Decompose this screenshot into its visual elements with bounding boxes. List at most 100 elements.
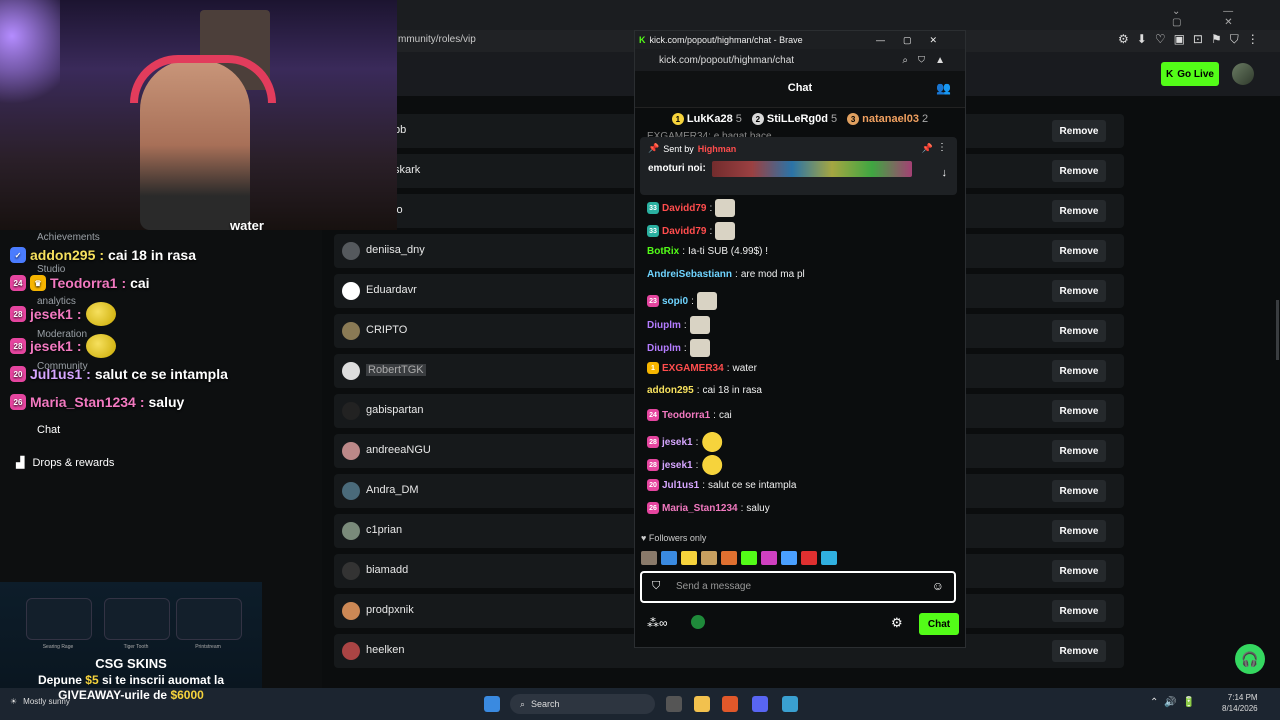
- chat-message[interactable]: 33 Davidd79:: [647, 199, 736, 217]
- emote-icon[interactable]: [761, 551, 777, 565]
- chat-separator: :: [695, 459, 699, 471]
- avatar: [342, 562, 360, 580]
- ad-amount: $6000: [170, 688, 204, 702]
- remove-button[interactable]: Remove: [1052, 280, 1106, 302]
- more-options-icon[interactable]: ⋮: [937, 142, 947, 153]
- page-scrollbar[interactable]: [1276, 300, 1279, 360]
- send-chat-button[interactable]: Chat: [919, 613, 959, 635]
- popout-titlebar[interactable]: K kick.com/popout/highman/chat - Brave —…: [635, 31, 965, 49]
- chat-separator: :: [683, 342, 687, 354]
- emote-icon[interactable]: [821, 551, 837, 565]
- popout-toolbar-icons[interactable]: ⌕⛉▲: [902, 55, 955, 66]
- remove-button[interactable]: Remove: [1052, 320, 1106, 342]
- remove-button[interactable]: Remove: [1052, 480, 1106, 502]
- emote-icon[interactable]: [801, 551, 817, 565]
- users-icon[interactable]: 👥: [936, 81, 951, 95]
- remove-button[interactable]: Remove: [1052, 640, 1106, 662]
- chat-username[interactable]: Teodorra1: [662, 410, 710, 421]
- chat-message[interactable]: 24 Teodorra1: cai: [647, 409, 732, 421]
- remove-button[interactable]: Remove: [1052, 560, 1106, 582]
- remove-button[interactable]: Remove: [1052, 600, 1106, 622]
- chat-message[interactable]: Diuplm:: [647, 339, 710, 357]
- expand-arrow-icon[interactable]: ↓: [942, 167, 948, 179]
- chat-username[interactable]: AndreiSebastiann: [647, 269, 732, 280]
- chat-username[interactable]: Jul1us1: [662, 480, 699, 491]
- emote-icon[interactable]: [781, 551, 797, 565]
- chat-message[interactable]: 28 jesek1:: [647, 455, 730, 475]
- go-live-button[interactable]: K Go Live: [1161, 62, 1219, 86]
- chat-message[interactable]: 26 Maria_Stan1234: saluy: [647, 502, 770, 514]
- remove-button[interactable]: Remove: [1052, 440, 1106, 462]
- chat-username[interactable]: Davidd79: [662, 226, 706, 237]
- unpin-icon[interactable]: 📌: [922, 143, 933, 154]
- popout-url[interactable]: kick.com/popout/highman/chat: [659, 55, 794, 66]
- remove-button[interactable]: Remove: [1052, 360, 1106, 382]
- taskbar-clock[interactable]: 7:14 PM 8/14/2026: [1222, 692, 1258, 714]
- chat-message[interactable]: 28 jesek1:: [647, 432, 730, 452]
- chat-message[interactable]: Diuplm:: [647, 316, 710, 334]
- chat-username[interactable]: addon295: [647, 385, 694, 396]
- sidebar-item-drops[interactable]: ▟ Drops & rewards: [16, 456, 114, 470]
- chat-username[interactable]: Diuplm: [647, 320, 681, 331]
- pinned-message[interactable]: 📌 Sent by Highman 📌 ⋮ emoturi noi: ↓: [640, 137, 957, 195]
- chat-username[interactable]: Diuplm: [647, 343, 681, 354]
- webcam-headset: [130, 55, 276, 103]
- chat-username[interactable]: sopi0: [662, 296, 688, 307]
- system-tray[interactable]: ⌃🔊🔋: [1150, 697, 1201, 708]
- remove-button[interactable]: Remove: [1052, 400, 1106, 422]
- points-icon[interactable]: ⁂∞: [647, 616, 668, 630]
- remove-button[interactable]: Remove: [1052, 160, 1106, 182]
- file-explorer-icon[interactable]: [694, 696, 710, 712]
- chat-username[interactable]: Maria_Stan1234: [662, 503, 738, 514]
- emote-icon[interactable]: [741, 551, 757, 565]
- sidebar-item-studio[interactable]: Studio: [37, 264, 65, 275]
- chat-message[interactable]: AndreiSebastiann: are mod ma pl: [647, 269, 805, 280]
- chat-message[interactable]: addon295: cai 18 in rasa: [647, 385, 762, 396]
- overlay-username: jesek1: [30, 306, 73, 322]
- emote-icon[interactable]: [721, 551, 737, 565]
- emote-icon[interactable]: [641, 551, 657, 565]
- overlay-username: addon295: [30, 247, 96, 263]
- chat-message[interactable]: 20 Jul1us1: salut ce se intampla: [647, 479, 796, 491]
- emote-icon[interactable]: [661, 551, 677, 565]
- vip-username: c1prian: [366, 524, 403, 536]
- remove-button[interactable]: Remove: [1052, 120, 1106, 142]
- remove-button[interactable]: Remove: [1052, 520, 1106, 542]
- browser-toolbar-icons[interactable]: ⚙⬇♡▣⊡⚑⛉⋮: [1118, 32, 1267, 47]
- sidebar-item-achievements[interactable]: Achievements: [37, 232, 100, 243]
- brave-browser-icon[interactable]: [722, 696, 738, 712]
- browser-url-text[interactable]: mmunity/roles/vip: [398, 34, 476, 45]
- chat-message[interactable]: 23 sopi0:: [647, 292, 717, 310]
- settings-gear-icon[interactable]: ⚙: [891, 615, 903, 631]
- message-input[interactable]: ⛉ Send a message ☺: [640, 571, 956, 603]
- emote-icon[interactable]: [701, 551, 717, 565]
- chat-username[interactable]: BotRix: [647, 246, 679, 257]
- discord-icon[interactable]: [752, 696, 768, 712]
- chat-username[interactable]: jesek1: [662, 437, 693, 448]
- start-button-icon[interactable]: [484, 696, 500, 712]
- chat-message[interactable]: BotRix: Ia-ti SUB (4.99$) !: [647, 246, 768, 257]
- chat-username[interactable]: Davidd79: [662, 203, 706, 214]
- overlay-username: Jul1us1: [30, 366, 83, 382]
- kick-points-icon[interactable]: [691, 615, 705, 629]
- popout-window-controls[interactable]: —▢✕: [876, 35, 955, 46]
- chat-username[interactable]: EXGAMER34: [662, 363, 724, 374]
- emoji-icon[interactable]: ☺: [932, 579, 944, 593]
- taskbar-search[interactable]: ⌕ Search: [510, 694, 655, 714]
- help-chat-icon[interactable]: 🎧: [1235, 644, 1265, 674]
- notepad-icon[interactable]: [782, 696, 798, 712]
- task-view-icon[interactable]: [666, 696, 682, 712]
- remove-button[interactable]: Remove: [1052, 200, 1106, 222]
- chat-username[interactable]: jesek1: [662, 460, 693, 471]
- chat-message[interactable]: 1 EXGAMER34: water: [647, 362, 757, 374]
- leaderboard-entry: 1 LukKa28 5: [671, 113, 742, 126]
- vip-username: Eduardavr: [366, 284, 417, 296]
- popout-urlbar[interactable]: kick.com/popout/highman/chat ⌕⛉▲: [635, 49, 965, 71]
- emote-icon[interactable]: [681, 551, 697, 565]
- sidebar-item-chat[interactable]: Chat: [37, 424, 60, 436]
- remove-button[interactable]: Remove: [1052, 240, 1106, 262]
- chat-text: Ia-ti SUB (4.99$) !: [688, 246, 769, 257]
- chat-message[interactable]: 33 Davidd79:: [647, 222, 736, 240]
- window-controls[interactable]: ⌄ — ▢ ✕: [1172, 6, 1280, 28]
- user-avatar[interactable]: [1232, 63, 1254, 85]
